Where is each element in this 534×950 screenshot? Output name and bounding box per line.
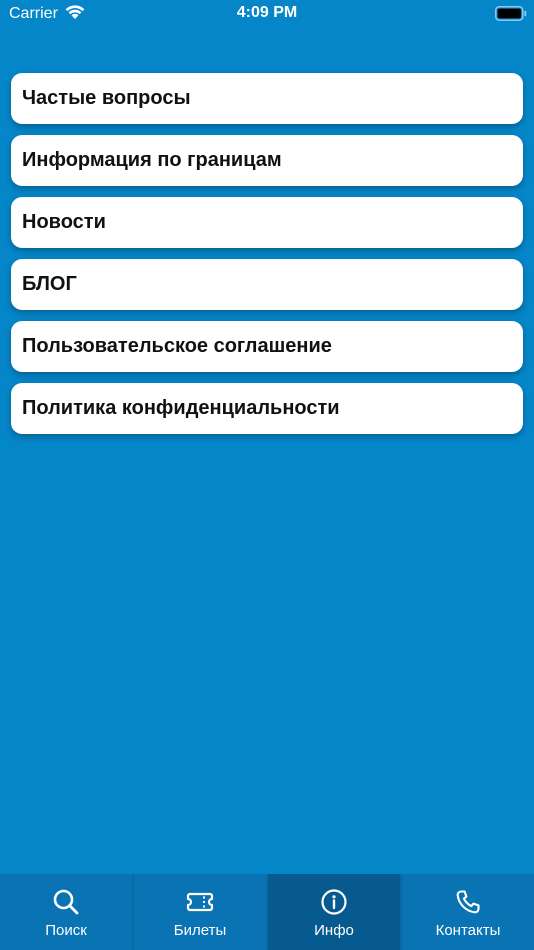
menu-item-privacy-policy[interactable]: Политика конфиденциальности bbox=[11, 383, 523, 434]
status-time: 4:09 PM bbox=[236, 4, 298, 21]
menu-item-user-agreement[interactable]: Пользовательское соглашение bbox=[11, 321, 523, 372]
tab-search[interactable]: Поиск bbox=[0, 874, 132, 950]
menu-item-label: Пользовательское соглашение bbox=[22, 335, 332, 357]
status-bar: Carrier 4:09 PM bbox=[0, 0, 534, 28]
tab-label: Билеты bbox=[173, 922, 227, 939]
menu-item-border-info[interactable]: Информация по границам bbox=[11, 135, 523, 186]
tab-bar: Поиск Билеты Инфо Контакты bbox=[0, 874, 534, 950]
menu-item-label: Политика конфиденциальности bbox=[22, 397, 340, 419]
phone-icon bbox=[456, 890, 480, 914]
tab-info[interactable]: Инфо bbox=[266, 874, 400, 950]
search-icon bbox=[53, 889, 79, 915]
menu-item-faq[interactable]: Частые вопросы bbox=[11, 73, 523, 124]
menu-item-label: Новости bbox=[22, 211, 106, 233]
info-icon bbox=[321, 889, 347, 915]
tab-label: Поиск bbox=[45, 922, 87, 939]
tab-tickets[interactable]: Билеты bbox=[132, 874, 266, 950]
tab-label: Инфо bbox=[314, 922, 354, 939]
menu-item-label: Частые вопросы bbox=[22, 87, 191, 109]
tab-contacts[interactable]: Контакты bbox=[400, 874, 534, 950]
menu-item-label: БЛОГ bbox=[22, 273, 77, 295]
ticket-icon bbox=[186, 892, 214, 912]
menu-item-label: Информация по границам bbox=[22, 149, 282, 171]
battery-icon bbox=[495, 6, 527, 21]
tab-label: Контакты bbox=[435, 922, 501, 939]
info-menu-list: Частые вопросы Информация по границам Но… bbox=[11, 73, 523, 445]
menu-item-news[interactable]: Новости bbox=[11, 197, 523, 248]
menu-item-blog[interactable]: БЛОГ bbox=[11, 259, 523, 310]
